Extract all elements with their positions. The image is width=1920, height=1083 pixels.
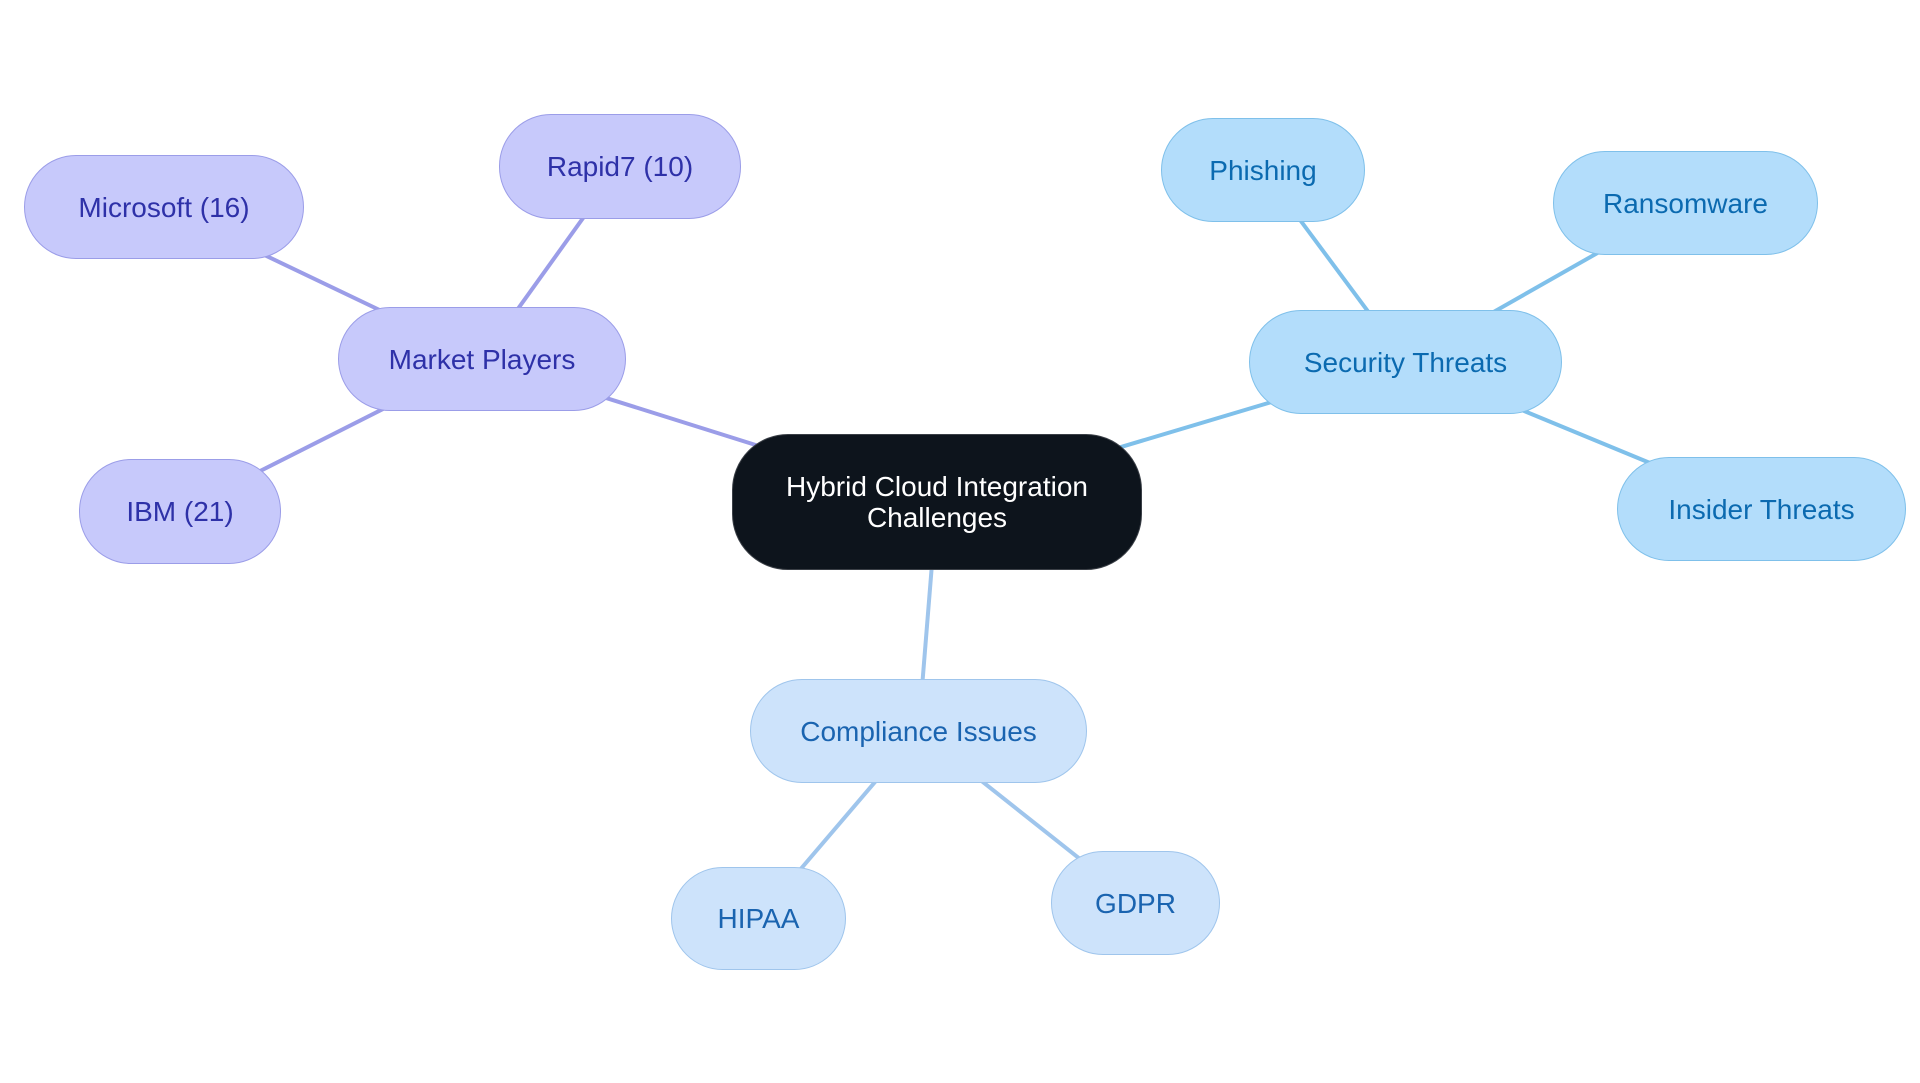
branch-node-security-threats[interactable]: Security Threats — [1249, 310, 1562, 414]
branch-node-market-players[interactable]: Market Players — [338, 307, 626, 411]
leaf-node-ransomware[interactable]: Ransomware — [1553, 151, 1818, 255]
node-label: HIPAA — [717, 903, 800, 934]
leaf-node-phishing[interactable]: Phishing — [1161, 118, 1365, 222]
node-label: IBM (21) — [126, 496, 234, 527]
node-label: Rapid7 (10) — [546, 151, 694, 182]
root-node-label: Hybrid Cloud Integration Challenges — [786, 471, 1088, 533]
node-label: Phishing — [1209, 154, 1317, 186]
node-label: Security Threats — [1303, 346, 1508, 378]
root-node-hybrid-cloud-integration-challenges[interactable]: Hybrid Cloud Integration Challenges — [732, 434, 1142, 570]
node-label: Market Players — [388, 343, 576, 375]
leaf-node-gdpr[interactable]: GDPR — [1051, 851, 1220, 955]
leaf-node-insider-threats[interactable]: Insider Threats — [1617, 457, 1906, 561]
node-label: GDPR — [1095, 887, 1176, 919]
leaf-node-hipaa[interactable]: HIPAA — [671, 867, 846, 970]
branch-node-compliance-issues[interactable]: Compliance Issues — [750, 679, 1087, 783]
leaf-node-rapid7[interactable]: Rapid7 (10) — [499, 114, 741, 219]
leaf-node-ibm[interactable]: IBM (21) — [79, 459, 281, 564]
leaf-node-microsoft[interactable]: Microsoft (16) — [24, 155, 304, 259]
node-label: Ransomware — [1603, 187, 1768, 219]
root-label-line-1: Hybrid Cloud Integration — [786, 471, 1088, 502]
node-label: Insider Threats — [1668, 493, 1855, 525]
node-label: Compliance Issues — [800, 715, 1037, 747]
node-label: Microsoft (16) — [78, 191, 250, 223]
root-label-line-2: Challenges — [866, 502, 1008, 533]
